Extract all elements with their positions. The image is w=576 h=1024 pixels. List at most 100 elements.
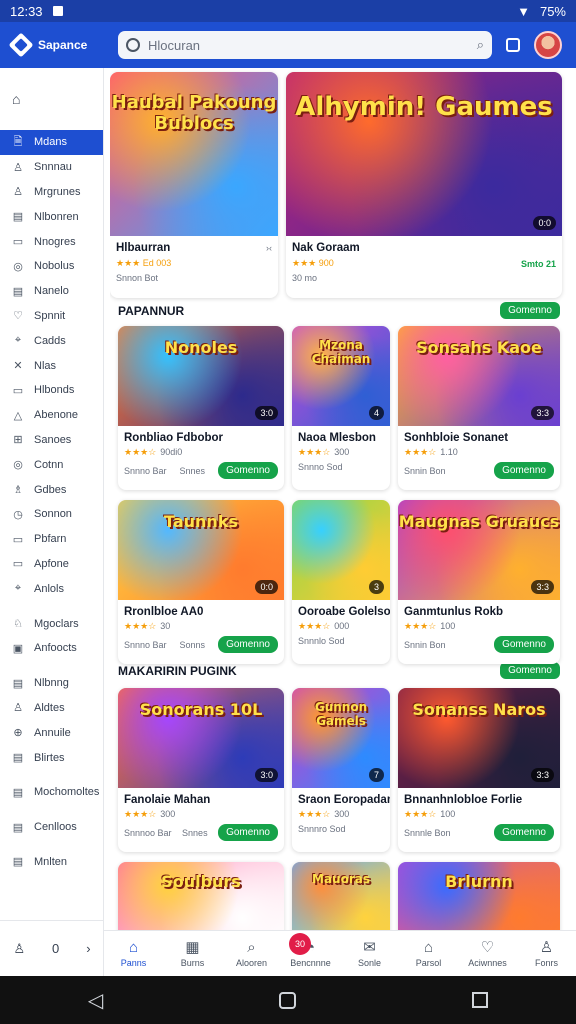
nav-label: Bencnnne bbox=[290, 957, 331, 968]
game-card[interactable]: 3 Ooroabe Golelso ★★★☆ 000 Snnnlo Sod bbox=[292, 500, 390, 664]
nav-item[interactable]: ◔Bencnnne30 bbox=[281, 931, 340, 976]
get-button[interactable]: Gomenno bbox=[494, 636, 554, 653]
nav-item[interactable]: ♙ Fonrs bbox=[517, 931, 576, 976]
sidebar-item[interactable]: ⌖ Anlols bbox=[0, 576, 103, 601]
sidebar-item[interactable]: ▤ Nanelo bbox=[0, 279, 103, 304]
nav-item[interactable]: ⌂ Parsol bbox=[399, 931, 458, 976]
sidebar-item[interactable]: ▭ Hlbonds bbox=[0, 378, 103, 403]
game-card[interactable]: Sonanss Naros 3:3 Bnnanhnlobloe Forlie ★★★☆… bbox=[398, 688, 560, 852]
game-thumbnail[interactable]: Gunnon Gamels 7 bbox=[292, 688, 390, 788]
get-button[interactable]: Gomenno bbox=[218, 636, 278, 653]
sidebar-item[interactable]: ♙ Mrgrunes bbox=[0, 180, 103, 205]
sidebar-item-icon: ⌖ bbox=[14, 334, 22, 347]
sidebar-item-icon: ▭ bbox=[12, 558, 24, 571]
nav-item[interactable]: ♡ Aciwnnes bbox=[458, 931, 517, 976]
game-thumbnail[interactable]: Taunnks 0:0 bbox=[118, 500, 284, 600]
recents-icon[interactable] bbox=[472, 992, 489, 1008]
game-thumbnail[interactable]: Maugnas Gruaucs 3:3 bbox=[398, 500, 560, 600]
game-meta-secondary: Sonns bbox=[179, 639, 206, 650]
game-thumbnail[interactable]: Mauoras bbox=[292, 862, 390, 930]
sidebar-item[interactable]: ▤ Nlbnng bbox=[0, 671, 103, 696]
star-rating: ★★★☆ 90di0 bbox=[118, 444, 284, 458]
game-thumbnail[interactable]: Nonoles 3:0 bbox=[118, 326, 284, 426]
back-icon[interactable]: ◁ bbox=[88, 988, 103, 1013]
more-icon[interactable]: ›‹ bbox=[266, 243, 272, 253]
game-card[interactable]: Gunnon Gamels 7 Sraon Eoropadan ★★★☆ 300 Snnn… bbox=[292, 688, 390, 852]
sidebar-item[interactable]: ▤ Mochomoltes bbox=[0, 780, 103, 805]
sidebar-item[interactable]: ◎ Cotnn bbox=[0, 452, 103, 477]
game-thumbnail[interactable]: Sonsahs Kaoe 3:3 bbox=[398, 326, 560, 426]
game-thumbnail[interactable]: Sonorans 10L 3:0 bbox=[118, 688, 284, 788]
sidebar-item[interactable]: ♗ Gdbes bbox=[0, 477, 103, 502]
avatar[interactable] bbox=[534, 31, 562, 59]
cast-icon[interactable] bbox=[506, 38, 520, 52]
sidebar-home[interactable]: ⌂ bbox=[0, 68, 103, 130]
game-thumbnail[interactable]: Brlurnn bbox=[398, 862, 560, 930]
sidebar: ⌂ 🗎 Mdans ♙ Snnnau ♙ Mrgrunes ▤ Nlbonren ▭ Nnogre… bbox=[0, 68, 104, 976]
game-thumbnail[interactable]: Alhymin! Gaumes 0:0 bbox=[286, 72, 562, 236]
get-button[interactable]: Gomenno bbox=[494, 462, 554, 479]
group-icon[interactable]: ♙ bbox=[13, 941, 25, 957]
sidebar-item-label: Sonnon bbox=[34, 508, 72, 521]
section-action-button[interactable]: Gomenno bbox=[500, 302, 560, 319]
sidebar-item[interactable]: ♡ Spnnit bbox=[0, 304, 103, 329]
chevron-right-icon[interactable]: › bbox=[86, 941, 90, 956]
game-thumbnail[interactable]: Sonanss Naros 3:3 bbox=[398, 688, 560, 788]
sidebar-item[interactable]: ▭ Nnogres bbox=[0, 229, 103, 254]
sidebar-item-label: Apfone bbox=[34, 557, 69, 570]
sidebar-item[interactable]: ◷ Sonnon bbox=[0, 502, 103, 527]
sidebar-item[interactable]: 🗎 Mdans bbox=[0, 130, 103, 155]
section-action-button[interactable]: Gomenno bbox=[500, 662, 560, 679]
get-button[interactable]: Gomenno bbox=[218, 462, 278, 479]
sidebar-item[interactable]: ▤ Cenlloos bbox=[0, 815, 103, 840]
search-input[interactable] bbox=[148, 37, 469, 53]
nav-item[interactable]: ✉ Sonle bbox=[340, 931, 399, 976]
sidebar-item-icon: ◷ bbox=[13, 508, 23, 521]
game-card[interactable]: Maugnas Gruaucs 3:3 Ganmtunlus Rokb ★★★☆ 100… bbox=[398, 500, 560, 664]
app-logo[interactable]: Sapance bbox=[0, 32, 104, 58]
sidebar-item[interactable]: ⊞ Sanoes bbox=[0, 428, 103, 453]
nav-item[interactable]: ⌕ Alooren bbox=[222, 931, 281, 976]
game-card[interactable]: Taunnks 0:0 Rronlbloe AA0 ★★★☆ 30 Snnno Bar So… bbox=[118, 500, 284, 664]
game-card[interactable]: Sonsahs Kaoe 3:3 Sonhbloie Sonanet ★★★☆ 1.10… bbox=[398, 326, 560, 490]
sidebar-item-label: Nnogres bbox=[34, 235, 76, 248]
game-card[interactable]: Mzona Chaiman 4 Naoa Mlesbon ★★★☆ 300 Snnno S… bbox=[292, 326, 390, 490]
sidebar-item[interactable]: △ Abenone bbox=[0, 403, 103, 428]
game-thumbnail[interactable]: Mzona Chaiman 4 bbox=[292, 326, 390, 426]
sidebar-item[interactable]: ⌖ Cadds bbox=[0, 328, 103, 353]
sidebar-item[interactable]: ♙ Snnnau bbox=[0, 155, 103, 180]
home-button-icon[interactable] bbox=[279, 991, 297, 1009]
sidebar-item[interactable]: ▤ Mnlten bbox=[0, 850, 103, 875]
get-button[interactable]: Gomenno bbox=[218, 824, 278, 841]
sidebar-item[interactable]: ▤ Blirtes bbox=[0, 745, 103, 770]
nav-item[interactable]: ⌂ Panns bbox=[104, 931, 163, 976]
search-bar[interactable]: ⌕ bbox=[118, 31, 492, 59]
sidebar-item[interactable]: ◎ Nobolus bbox=[0, 254, 103, 279]
game-thumbnail[interactable]: Soulburs bbox=[118, 862, 284, 930]
game-card[interactable]: Nonoles 3:0 Ronbliao Fdbobor ★★★☆ 90di0 Snnno… bbox=[118, 326, 284, 490]
sidebar-item[interactable]: ▭ Pbfarn bbox=[0, 527, 103, 552]
featured-card[interactable]: Haubal Pakoung Bublocs Hlbaurran ›‹ ★★★ Ed … bbox=[110, 72, 278, 298]
game-card[interactable]: Sonorans 10L 3:0 Fanolaie Mahan ★★★☆ 300 Snnn… bbox=[118, 688, 284, 852]
game-thumbnail[interactable]: 3 bbox=[292, 500, 390, 600]
sidebar-item[interactable]: ▤ Nlbonren bbox=[0, 204, 103, 229]
magnifier-icon[interactable]: ⌕ bbox=[477, 37, 484, 53]
game-thumbnail[interactable]: Haubal Pakoung Bublocs bbox=[110, 72, 278, 236]
get-button[interactable]: Gomenno bbox=[494, 824, 554, 841]
sidebar-item-icon: ▭ bbox=[12, 384, 24, 397]
stars-icon: ★★★☆ bbox=[124, 621, 157, 631]
sidebar-item[interactable]: ▣ Anfoocts bbox=[0, 636, 103, 661]
game-card[interactable]: Mauoras bbox=[292, 862, 390, 930]
section-title: MAKARIRIN PUGINK bbox=[118, 664, 237, 678]
sidebar-item[interactable]: ♘ Mgoclars bbox=[0, 611, 103, 636]
nav-item[interactable]: ▦ Burns bbox=[163, 931, 222, 976]
game-meta-row: Snnin Bon Gomenno bbox=[398, 458, 560, 479]
featured-card[interactable]: Alhymin! Gaumes 0:0 Nak Goraam ★★★ 900 Smto … bbox=[286, 72, 562, 298]
sidebar-item[interactable]: ▭ Apfone bbox=[0, 552, 103, 577]
game-card[interactable]: Brlurnn bbox=[398, 862, 560, 930]
game-card[interactable]: Soulburs bbox=[118, 862, 284, 930]
sidebar-item[interactable]: ⊕ Annuile bbox=[0, 720, 103, 745]
sidebar-item[interactable]: ♙ Aldtes bbox=[0, 696, 103, 721]
sidebar-item[interactable]: ✕ Nlas bbox=[0, 353, 103, 378]
